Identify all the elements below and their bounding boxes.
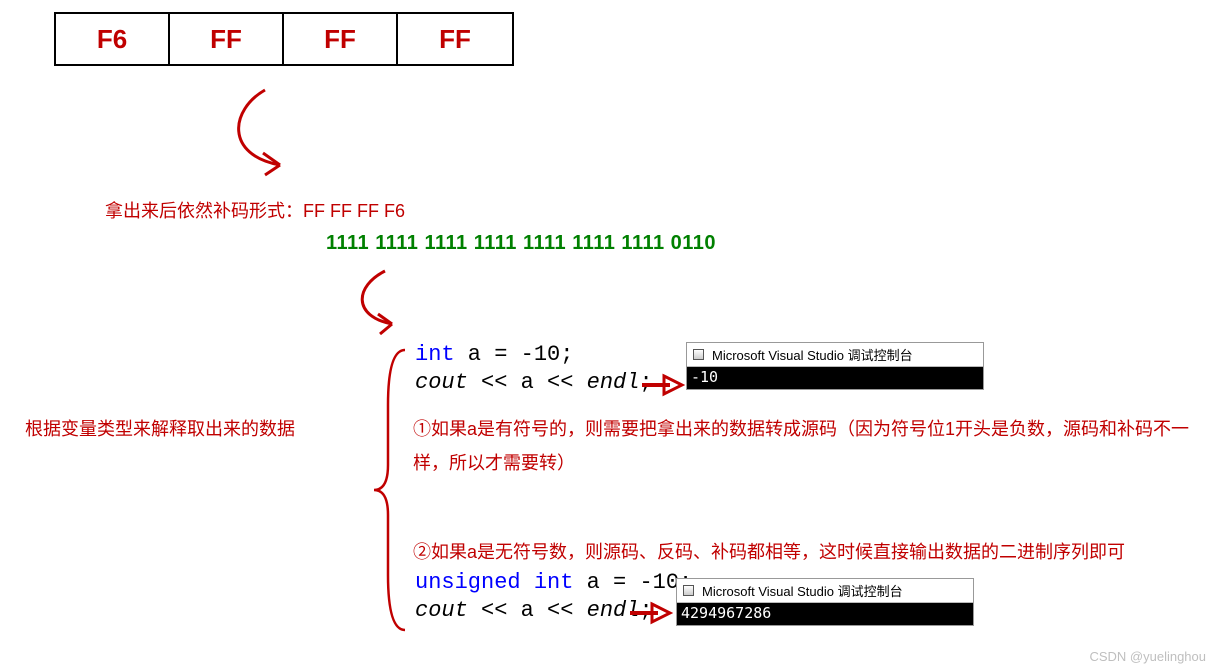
brace-icon bbox=[370, 345, 412, 635]
byte-3: FF bbox=[398, 14, 512, 64]
console-title-text: Microsoft Visual Studio 调试控制台 bbox=[712, 345, 913, 364]
arrow-to-console-2 bbox=[628, 601, 673, 625]
curved-arrow-down-2 bbox=[330, 266, 430, 346]
code-int-decl: int a = -10; bbox=[415, 342, 573, 367]
byte-0: F6 bbox=[56, 14, 170, 64]
code-cout-1: cout << a << endl; bbox=[415, 370, 653, 395]
console-output-2: 4294967286 bbox=[677, 603, 973, 625]
signed-explanation: ①如果a是有符号的，则需要把拿出来的数据转成源码（因为符号位1开头是负数，源码和… bbox=[413, 412, 1213, 480]
byte-1: FF bbox=[170, 14, 284, 64]
interpret-by-type-label: 根据变量类型来解释取出来的数据 bbox=[25, 415, 295, 441]
watermark: CSDN @yuelinghou bbox=[1089, 649, 1206, 664]
code-cout-2: cout << a << endl; bbox=[415, 598, 653, 623]
console-window-2: Microsoft Visual Studio 调试控制台 4294967286 bbox=[676, 578, 974, 626]
console-titlebar-2: Microsoft Visual Studio 调试控制台 bbox=[677, 579, 973, 603]
byte-boxes: F6 FF FF FF bbox=[54, 12, 514, 66]
byte-2: FF bbox=[284, 14, 398, 64]
console-window-1: Microsoft Visual Studio 调试控制台 -10 bbox=[686, 342, 984, 390]
console-icon bbox=[683, 585, 694, 596]
console-output-1: -10 bbox=[687, 367, 983, 389]
complement-caption: 拿出来后依然补码形式：FF FF FF F6 bbox=[105, 197, 405, 223]
console-titlebar-1: Microsoft Visual Studio 调试控制台 bbox=[687, 343, 983, 367]
console-icon bbox=[693, 349, 704, 360]
unsigned-explanation: ②如果a是无符号数，则源码、反码、补码都相等，这时候直接输出数据的二进制序列即可 bbox=[413, 538, 1125, 564]
console-title-text: Microsoft Visual Studio 调试控制台 bbox=[702, 581, 903, 600]
arrow-to-console-1 bbox=[640, 373, 685, 397]
curved-arrow-down-1 bbox=[205, 85, 325, 195]
binary-sequence: 1111 1111 1111 1111 1111 1111 1111 0110 bbox=[326, 232, 716, 255]
code-unsigned-decl: unsigned int a = -10; bbox=[415, 570, 692, 595]
